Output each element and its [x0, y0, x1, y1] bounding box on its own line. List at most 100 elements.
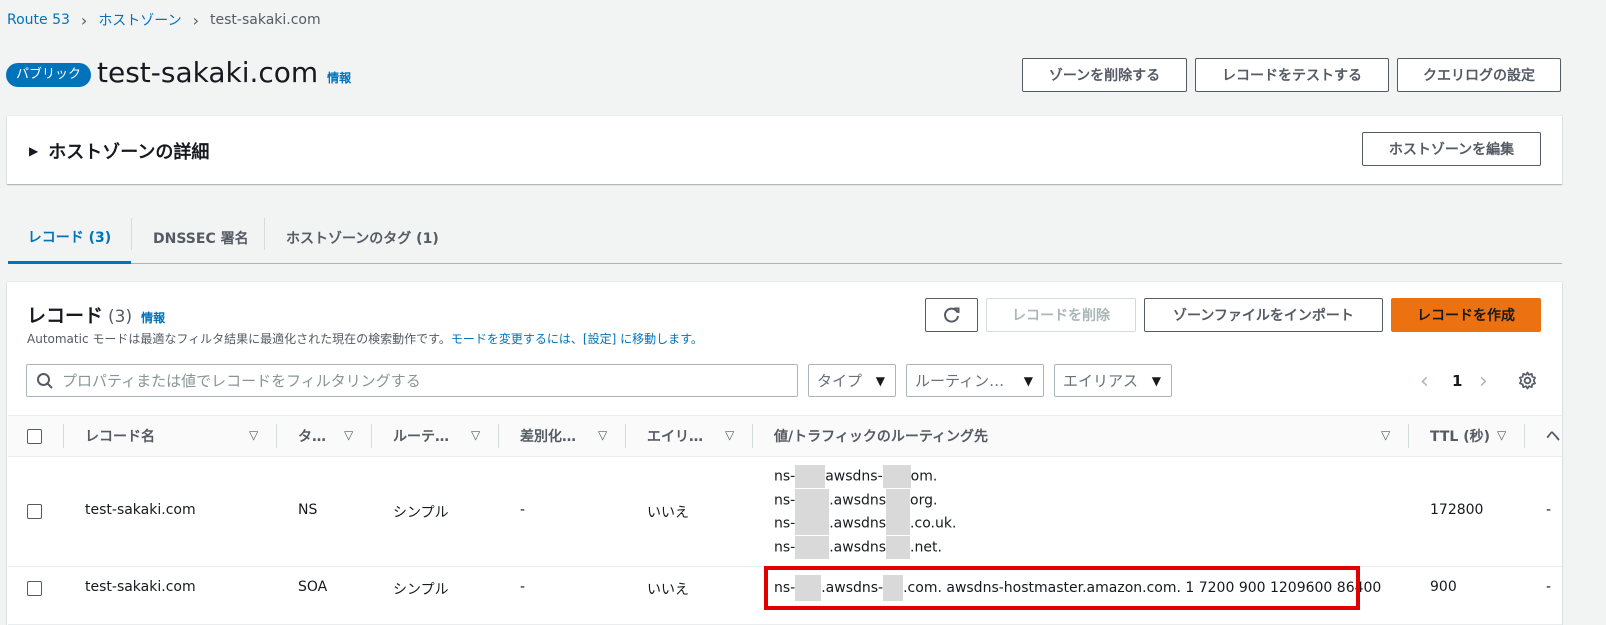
sort-icon[interactable]: ▽ [249, 428, 258, 442]
tab-divider [131, 218, 132, 250]
caret-down-icon: ▼ [1151, 373, 1161, 388]
settings-link[interactable]: モードを変更するには、[設定] に移動します。 [451, 332, 703, 346]
record-routing: シンプル [393, 582, 449, 598]
record-name: test-sakaki.com [85, 502, 196, 518]
records-info-link[interactable]: 情報 [141, 309, 165, 326]
search-input[interactable]: プロパティまたは値でレコードをフィルタリングする [26, 364, 798, 397]
record-routing: シンプル [393, 505, 449, 521]
test-record-button[interactable]: レコードをテストする [1195, 58, 1389, 92]
records-heading: レコード (3) 情報 [27, 301, 165, 328]
breadcrumb: Route 53 › ホストゾーン › test-sakaki.com [7, 10, 321, 30]
query-log-button[interactable]: クエリログの設定 [1397, 58, 1561, 92]
redaction-mask [886, 535, 911, 559]
table-header: レコード名 ▽ タ… ▽ ルーテ… ▽ 差別化… ▽ エイリ… ▽ 値/トラフィ… [8, 415, 1562, 457]
record-ttl: 900 [1430, 579, 1457, 595]
tab-tags[interactable]: ホストゾーンのタグ (1) [286, 212, 439, 263]
column-header-type[interactable]: タ… [298, 416, 326, 456]
sort-icon[interactable]: ▽ [1497, 428, 1506, 442]
refresh-icon [943, 307, 959, 323]
ns-value-line: ns-awsdns-om. [774, 465, 956, 489]
breadcrumb-route53[interactable]: Route 53 [7, 12, 70, 28]
redaction-mask [795, 465, 826, 488]
page-title: test-sakaki.com 情報 [97, 55, 351, 96]
delete-record-button[interactable]: レコードを削除 [986, 298, 1136, 332]
column-divider [752, 424, 753, 448]
row-checkbox[interactable] [27, 581, 42, 596]
ns-value-line: ns- .awsdns org. [774, 488, 956, 513]
chevron-right-icon: › [80, 10, 88, 30]
column-header-differentiator[interactable]: 差別化… [520, 416, 576, 456]
edit-hosted-zone-button[interactable]: ホストゾーンを編集 [1362, 132, 1541, 166]
delete-zone-button[interactable]: ゾーンを削除する [1022, 58, 1187, 92]
redaction-mask [882, 465, 911, 488]
column-header-routing[interactable]: ルーテ… [393, 416, 449, 456]
sort-icon[interactable]: ▽ [471, 428, 480, 442]
record-type: SOA [298, 579, 328, 595]
column-divider [371, 424, 372, 448]
tab-records[interactable]: レコード (3) [8, 212, 131, 264]
column-divider [625, 424, 626, 448]
tab-dnssec[interactable]: DNSSEC 署名 [153, 212, 249, 263]
record-alias: いいえ [647, 582, 689, 598]
public-badge: パブリック [6, 63, 92, 87]
redaction-mask [795, 512, 830, 535]
redaction-mask [795, 535, 830, 559]
highlight-box [764, 566, 1360, 610]
refresh-button[interactable] [925, 298, 978, 332]
column-divider [498, 424, 499, 448]
ns-value-line: ns- .awsdns .co.uk. [774, 512, 956, 536]
search-icon [37, 372, 53, 389]
redaction-mask [886, 488, 911, 512]
type-filter-label: タイプ [817, 372, 863, 390]
breadcrumb-hosted-zones[interactable]: ホストゾーン [98, 10, 181, 30]
import-zone-file-button[interactable]: ゾーンファイルをインポート [1144, 298, 1383, 332]
record-value: ns-awsdns-om. ns- .awsdns org. ns- .awsdns.… [774, 465, 956, 559]
sort-icon[interactable]: ▽ [725, 428, 734, 442]
row-checkbox[interactable] [27, 504, 42, 519]
record-name: test-sakaki.com [85, 579, 196, 595]
column-divider [1524, 424, 1525, 448]
page-title-text: test-sakaki.com [97, 56, 319, 89]
records-description: Automatic モードは最適なフィルタ結果に最適化された現在の検索動作です。… [27, 330, 703, 347]
record-alias: いいえ [647, 505, 689, 521]
prev-page-icon[interactable]: ‹ [1420, 369, 1429, 394]
record-differentiator: - [520, 502, 526, 518]
create-record-button[interactable]: レコードを作成 [1391, 298, 1541, 332]
chevron-right-icon: › [192, 10, 200, 30]
breadcrumb-current: test-sakaki.com [210, 12, 321, 28]
records-heading-text: レコード [27, 305, 104, 327]
column-header-health-check[interactable]: ヘ [1546, 416, 1560, 456]
sort-icon[interactable]: ▽ [598, 428, 607, 442]
sort-icon[interactable]: ▽ [344, 428, 353, 442]
caret-down-icon: ▼ [875, 373, 885, 388]
column-header-ttl[interactable]: TTL (秒) [1430, 416, 1490, 456]
info-link[interactable]: 情報 [327, 71, 351, 85]
alias-filter-label: エイリアス [1063, 372, 1139, 390]
settings-gear-icon[interactable] [1518, 371, 1537, 390]
column-divider [63, 424, 64, 448]
page-number[interactable]: 1 [1452, 372, 1462, 390]
redaction-mask [886, 512, 911, 535]
column-divider [1408, 424, 1409, 448]
ns-value-line: ns- .awsdns .net. [774, 535, 956, 560]
column-header-alias[interactable]: エイリ… [647, 416, 703, 456]
record-type: NS [298, 502, 318, 518]
sort-icon[interactable]: ▽ [1381, 428, 1390, 442]
record-ttl: 172800 [1430, 502, 1484, 518]
details-expander[interactable]: ▶ ホストゾーンの詳細 [29, 138, 209, 164]
record-health-check: - [1546, 502, 1552, 518]
tab-bar: レコード (3) DNSSEC 署名 ホストゾーンのタグ (1) [8, 212, 1562, 264]
tab-divider [264, 218, 265, 250]
redaction-mask [795, 488, 830, 512]
records-description-text: Automatic モードは最適なフィルタ結果に最適化された現在の検索動作です。 [27, 332, 451, 346]
routing-filter-select[interactable]: ルーティン… ▼ [906, 364, 1044, 397]
type-filter-select[interactable]: タイプ ▼ [808, 364, 896, 397]
select-all-checkbox[interactable] [27, 429, 42, 444]
column-header-value[interactable]: 値/トラフィックのルーティング先 [774, 416, 988, 456]
next-page-icon[interactable]: › [1479, 369, 1488, 394]
alias-filter-select[interactable]: エイリアス ▼ [1054, 364, 1172, 397]
column-header-name[interactable]: レコード名 [85, 416, 155, 456]
search-placeholder: プロパティまたは値でレコードをフィルタリングする [62, 372, 421, 390]
table-row[interactable]: test-sakaki.com NS シンプル - いいえ ns-awsdns-… [8, 457, 1562, 567]
record-health-check: - [1546, 579, 1552, 595]
